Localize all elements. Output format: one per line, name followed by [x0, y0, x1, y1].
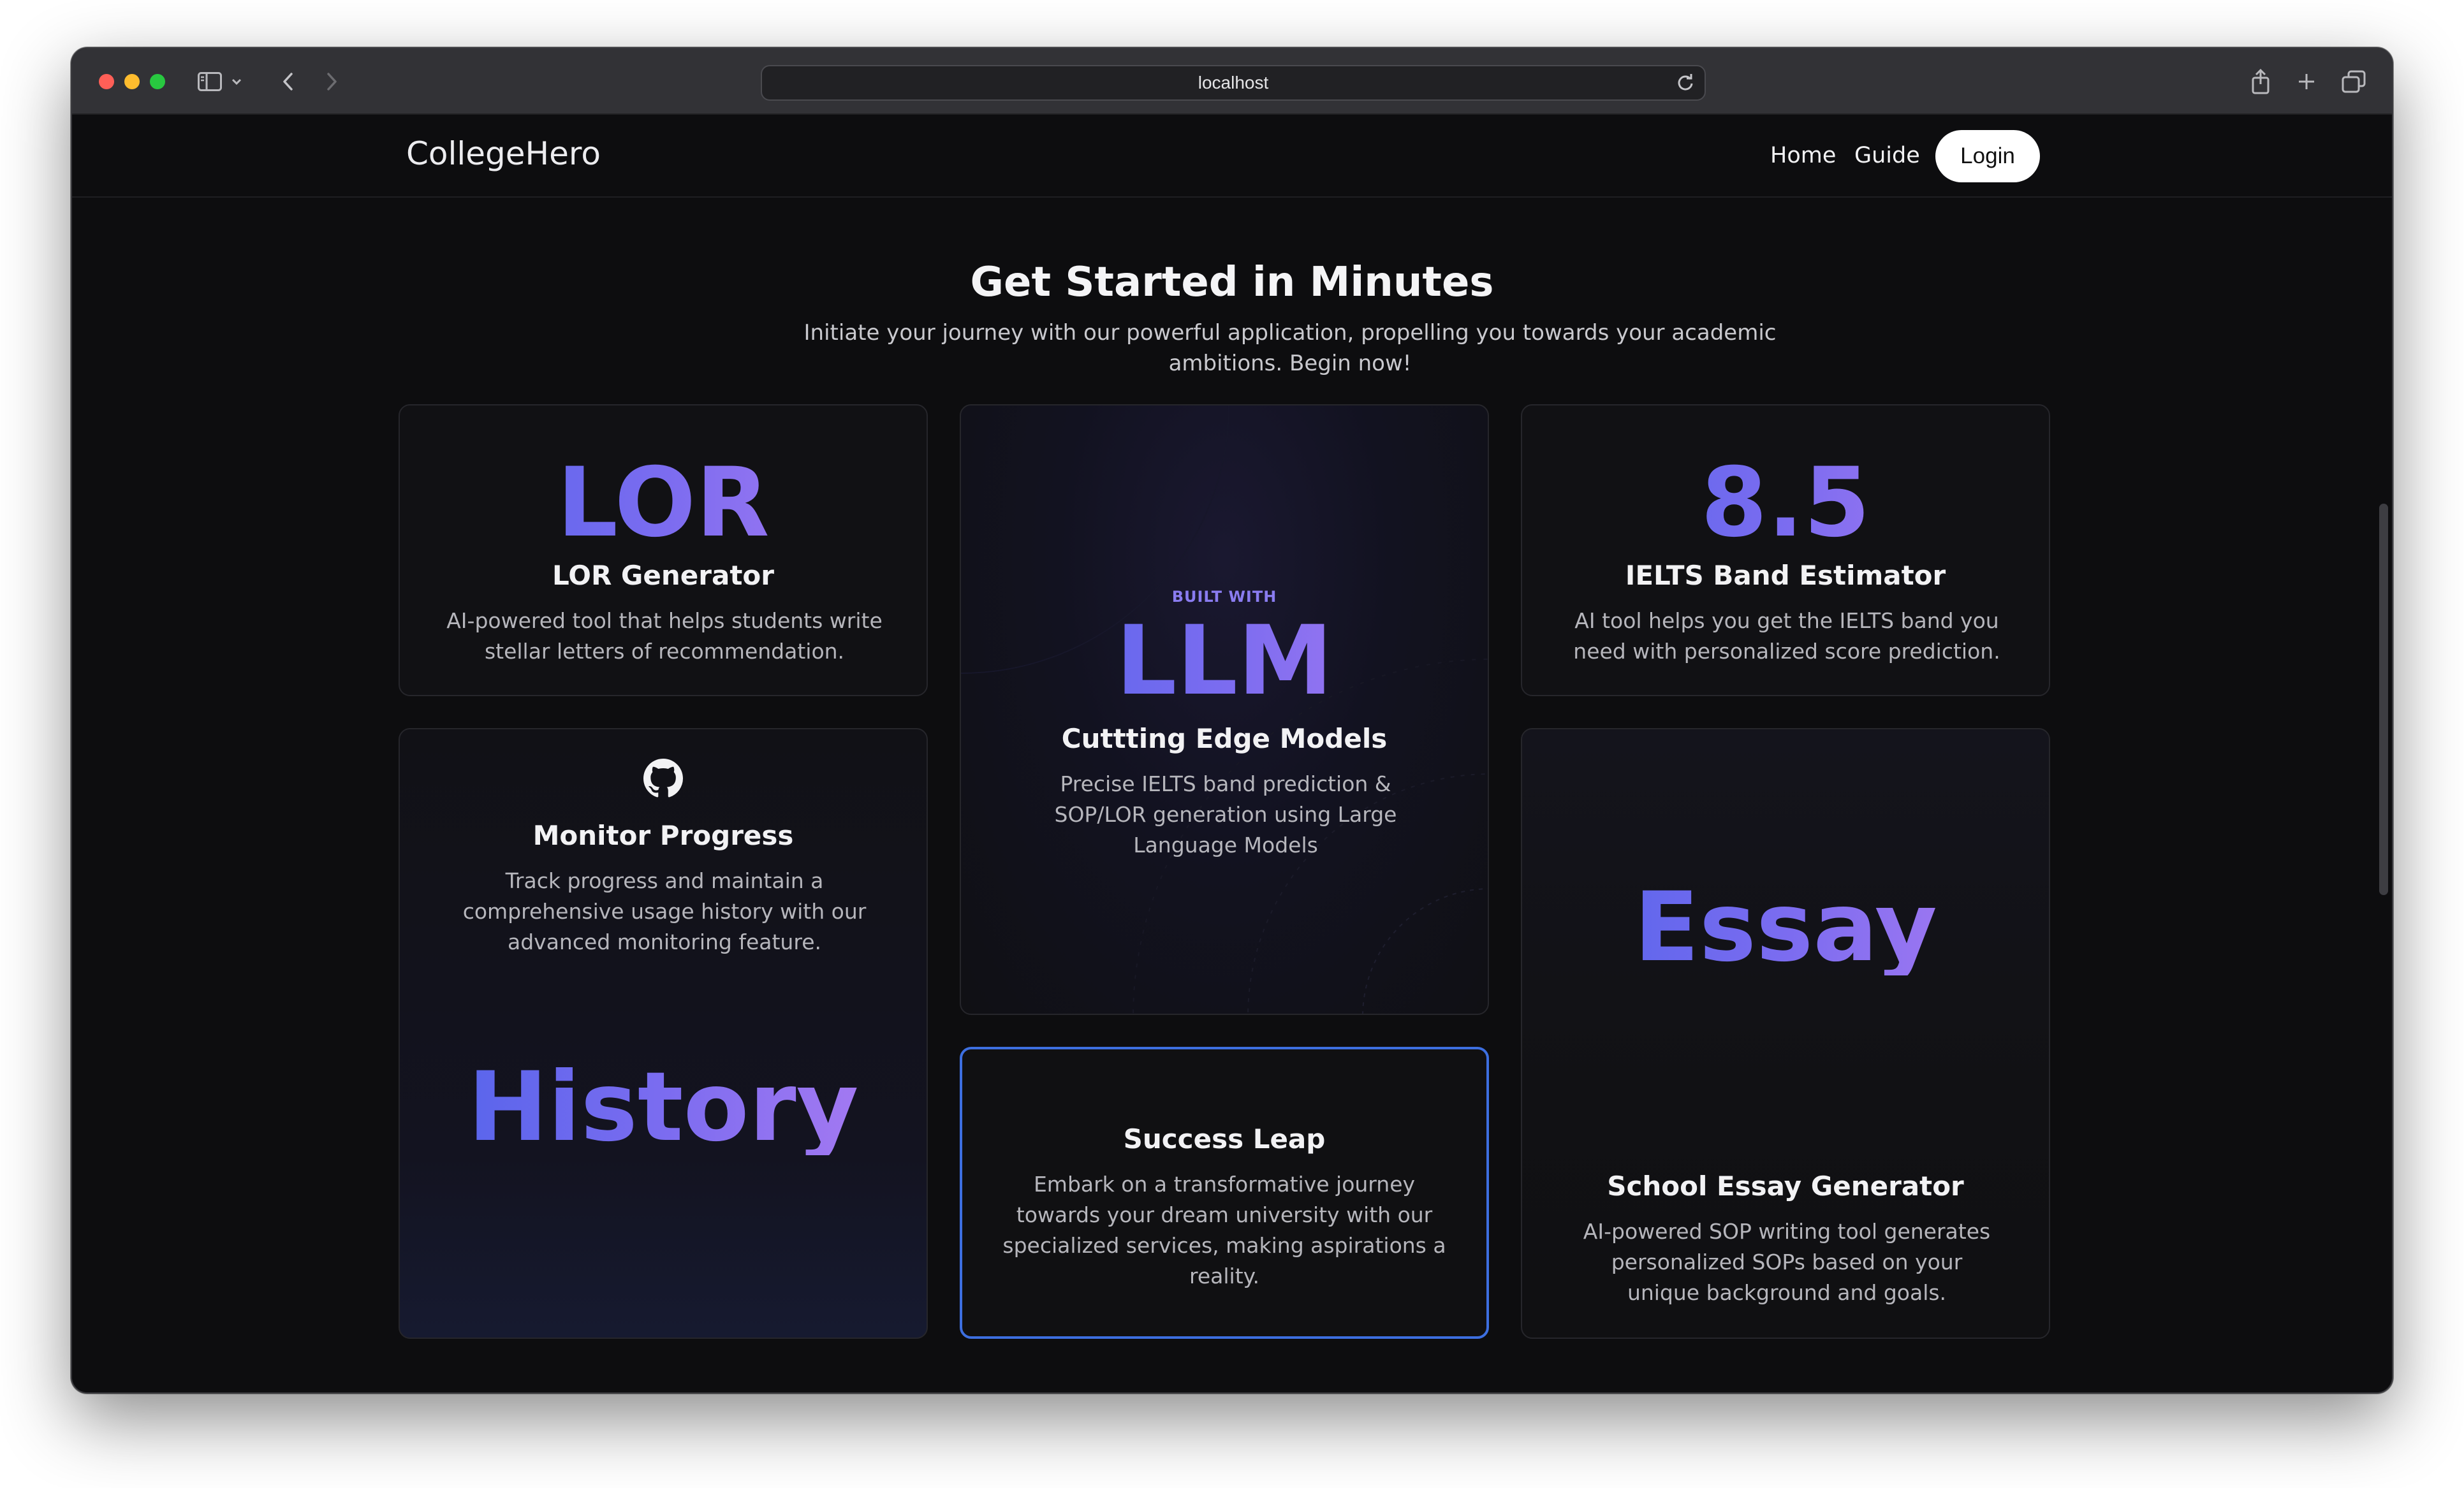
essay-generator-card[interactable]: Essay School Essay Generator AI-powered … [1521, 728, 2050, 1339]
monitor-progress-card[interactable]: Monitor Progress Track progress and main… [399, 728, 928, 1339]
sidebar-toggle-icon[interactable] [194, 66, 225, 97]
essay-card-title: School Essay Generator [1607, 1171, 1964, 1202]
site-navbar: CollegeHero Home Guide Login [72, 115, 2392, 198]
chevron-down-icon[interactable] [228, 66, 246, 97]
github-icon [643, 759, 683, 798]
lor-generator-card[interactable]: LOR LOR Generator AI-powered tool that h… [399, 404, 928, 696]
success-leap-card[interactable]: Success Leap Embark on a transformative … [960, 1047, 1489, 1339]
forward-icon[interactable] [319, 66, 345, 97]
browser-window: localhost CollegeHero Home Guide Login G… [71, 47, 2393, 1394]
close-window-button[interactable] [99, 74, 114, 89]
essay-big-text: Essay [1522, 880, 2049, 975]
web-page: CollegeHero Home Guide Login Get Started… [72, 115, 2392, 1392]
nav-home-link[interactable]: Home [1770, 143, 1836, 168]
section-title: Get Started in Minutes [970, 259, 1494, 306]
progress-card-title: Monitor Progress [532, 820, 794, 851]
site-brand[interactable]: CollegeHero [406, 135, 601, 172]
nav-guide-link[interactable]: Guide [1854, 143, 1920, 168]
tab-overview-icon[interactable] [2338, 66, 2369, 97]
address-text: localhost [1198, 73, 1269, 92]
built-with-label: BUILT WITH [1171, 588, 1277, 606]
llm-card-title: Cuttting Edge Models [1061, 723, 1388, 754]
llm-models-card[interactable]: BUILT WITH LLM Cuttting Edge Models Prec… [960, 404, 1489, 1015]
maximize-window-button[interactable] [150, 74, 165, 89]
history-big-text: History [400, 1060, 927, 1155]
back-icon[interactable] [275, 66, 300, 97]
new-tab-icon[interactable] [2292, 66, 2321, 97]
llm-card-description: Precise IELTS band prediction & SOP/LOR … [1054, 771, 1397, 857]
ielts-card-title: IELTS Band Estimator [1625, 560, 1946, 591]
minimize-window-button[interactable] [124, 74, 140, 89]
progress-card-description: Track progress and maintain a comprehens… [462, 868, 867, 954]
lor-big-text: LOR [400, 455, 927, 551]
browser-toolbar: localhost [72, 48, 2392, 115]
page-scrollbar[interactable] [2379, 504, 2388, 895]
ielts-card-description: AI tool helps you get the IELTS band you… [1573, 608, 2000, 664]
success-card-title: Success Leap [1123, 1123, 1326, 1155]
reload-icon[interactable] [1675, 73, 1696, 93]
ielts-estimator-card[interactable]: 8.5 IELTS Band Estimator AI tool helps y… [1521, 404, 2050, 696]
lor-card-description: AI-powered tool that helps students writ… [446, 608, 883, 664]
llm-big-text: LLM [961, 613, 1488, 709]
ielts-big-score: 8.5 [1522, 455, 2049, 551]
lor-card-title: LOR Generator [552, 560, 774, 591]
share-icon[interactable] [2247, 66, 2275, 97]
login-button[interactable]: Login [1935, 130, 2040, 182]
essay-card-description: AI-powered SOP writing tool generates pe… [1583, 1219, 1991, 1305]
success-card-description: Embark on a transformative journey towar… [1002, 1172, 1446, 1288]
section-subtitle: Initiate your journey with our powerful … [803, 320, 1777, 376]
address-bar[interactable]: localhost [761, 65, 1706, 101]
